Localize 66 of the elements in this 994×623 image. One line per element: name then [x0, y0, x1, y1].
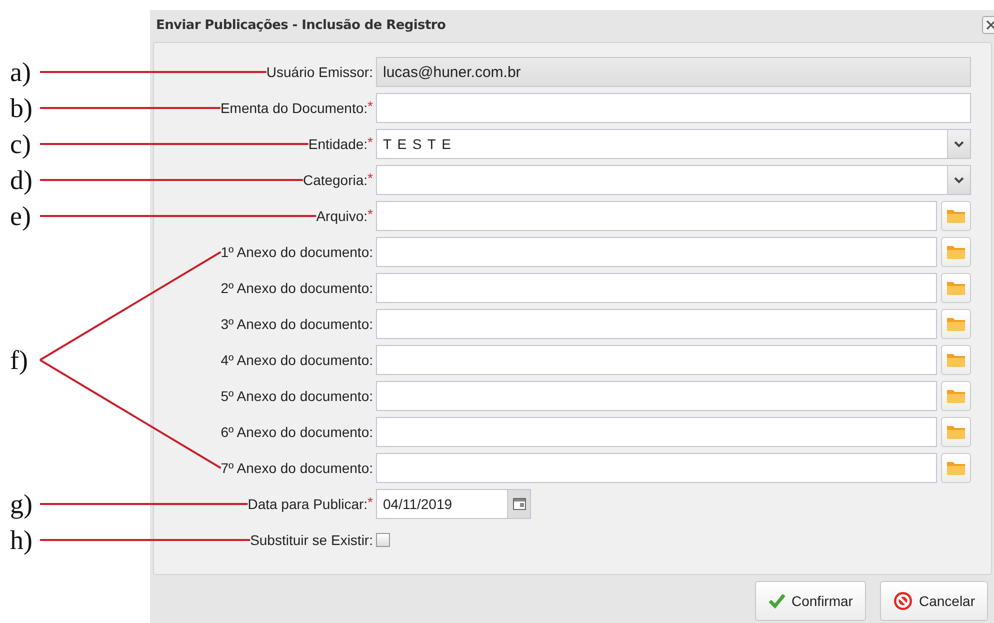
text-field[interactable]	[376, 93, 971, 123]
date-field[interactable]: 04/11/2019	[376, 489, 531, 519]
field-label: Substituir se Existir:	[250, 532, 373, 548]
browse-button[interactable]	[941, 345, 971, 375]
annotation-label: d)	[10, 164, 32, 197]
annotation-label: h)	[10, 524, 32, 557]
field-label: Usuário Emissor:	[266, 64, 373, 80]
dialog-title: Enviar Publicações - Inclusão de Registro	[156, 18, 446, 32]
file-field[interactable]	[376, 201, 937, 231]
browse-button[interactable]	[941, 273, 971, 303]
folder-icon	[946, 244, 966, 260]
file-field[interactable]	[376, 453, 937, 483]
field-label: 5º Anexo do documento:	[220, 388, 373, 404]
field-label: Data para Publicar:	[248, 496, 368, 512]
confirm-button[interactable]: Confirmar	[754, 581, 866, 621]
required-mark: *	[368, 494, 373, 510]
required-mark: *	[368, 206, 373, 222]
browse-button[interactable]	[941, 201, 971, 231]
field-label: 6º Anexo do documento:	[220, 424, 373, 440]
folder-icon	[946, 280, 966, 296]
file-field[interactable]	[376, 237, 937, 267]
checkmark-icon	[768, 593, 786, 609]
browse-button[interactable]	[941, 381, 971, 411]
folder-icon	[946, 208, 966, 224]
readonly-field: lucas@huner.com.br	[376, 57, 971, 87]
field-label: 3º Anexo do documento:	[220, 316, 373, 332]
cancel-button[interactable]: Cancelar	[880, 581, 988, 621]
field-label: Arquivo:	[316, 208, 368, 224]
field-label: 2º Anexo do documento:	[220, 280, 373, 296]
file-field[interactable]	[376, 273, 937, 303]
field-label: 4º Anexo do documento:	[220, 352, 373, 368]
required-mark: *	[368, 134, 373, 150]
field-label: Categoria:	[302, 172, 368, 188]
calendar-icon	[512, 498, 526, 510]
annotation-label: e)	[10, 200, 31, 233]
browse-button[interactable]	[941, 417, 971, 447]
file-field[interactable]	[376, 345, 937, 375]
close-icon	[986, 20, 994, 30]
required-mark: *	[368, 98, 373, 114]
folder-icon	[946, 388, 966, 404]
folder-icon	[946, 316, 966, 332]
file-field[interactable]	[376, 381, 937, 411]
annotation-label: f)	[10, 344, 28, 377]
annotation-label: c)	[10, 128, 31, 161]
field-label: 7º Anexo do documento:	[220, 460, 373, 476]
field-label: Ementa do Documento:	[220, 100, 368, 116]
dropdown-field[interactable]	[376, 165, 971, 195]
folder-icon	[946, 424, 966, 440]
annotation-label: a)	[10, 56, 31, 89]
field-label: 1º Anexo do documento:	[220, 244, 373, 260]
browse-button[interactable]	[941, 453, 971, 483]
browse-button[interactable]	[941, 237, 971, 267]
file-field[interactable]	[376, 417, 937, 447]
folder-icon	[946, 460, 966, 476]
no-entry-icon	[892, 591, 913, 611]
required-mark: *	[368, 170, 373, 186]
chevron-down-icon	[954, 176, 964, 184]
annotation-label: g)	[10, 488, 32, 521]
folder-icon	[946, 352, 966, 368]
chevron-down-icon	[954, 140, 964, 148]
field-label: Entidade:	[308, 136, 368, 152]
annotation-label: b)	[10, 92, 32, 125]
checkbox[interactable]	[376, 533, 390, 547]
file-field[interactable]	[376, 309, 937, 339]
dropdown-field[interactable]: T E S T E	[376, 129, 971, 159]
browse-button[interactable]	[941, 309, 971, 339]
